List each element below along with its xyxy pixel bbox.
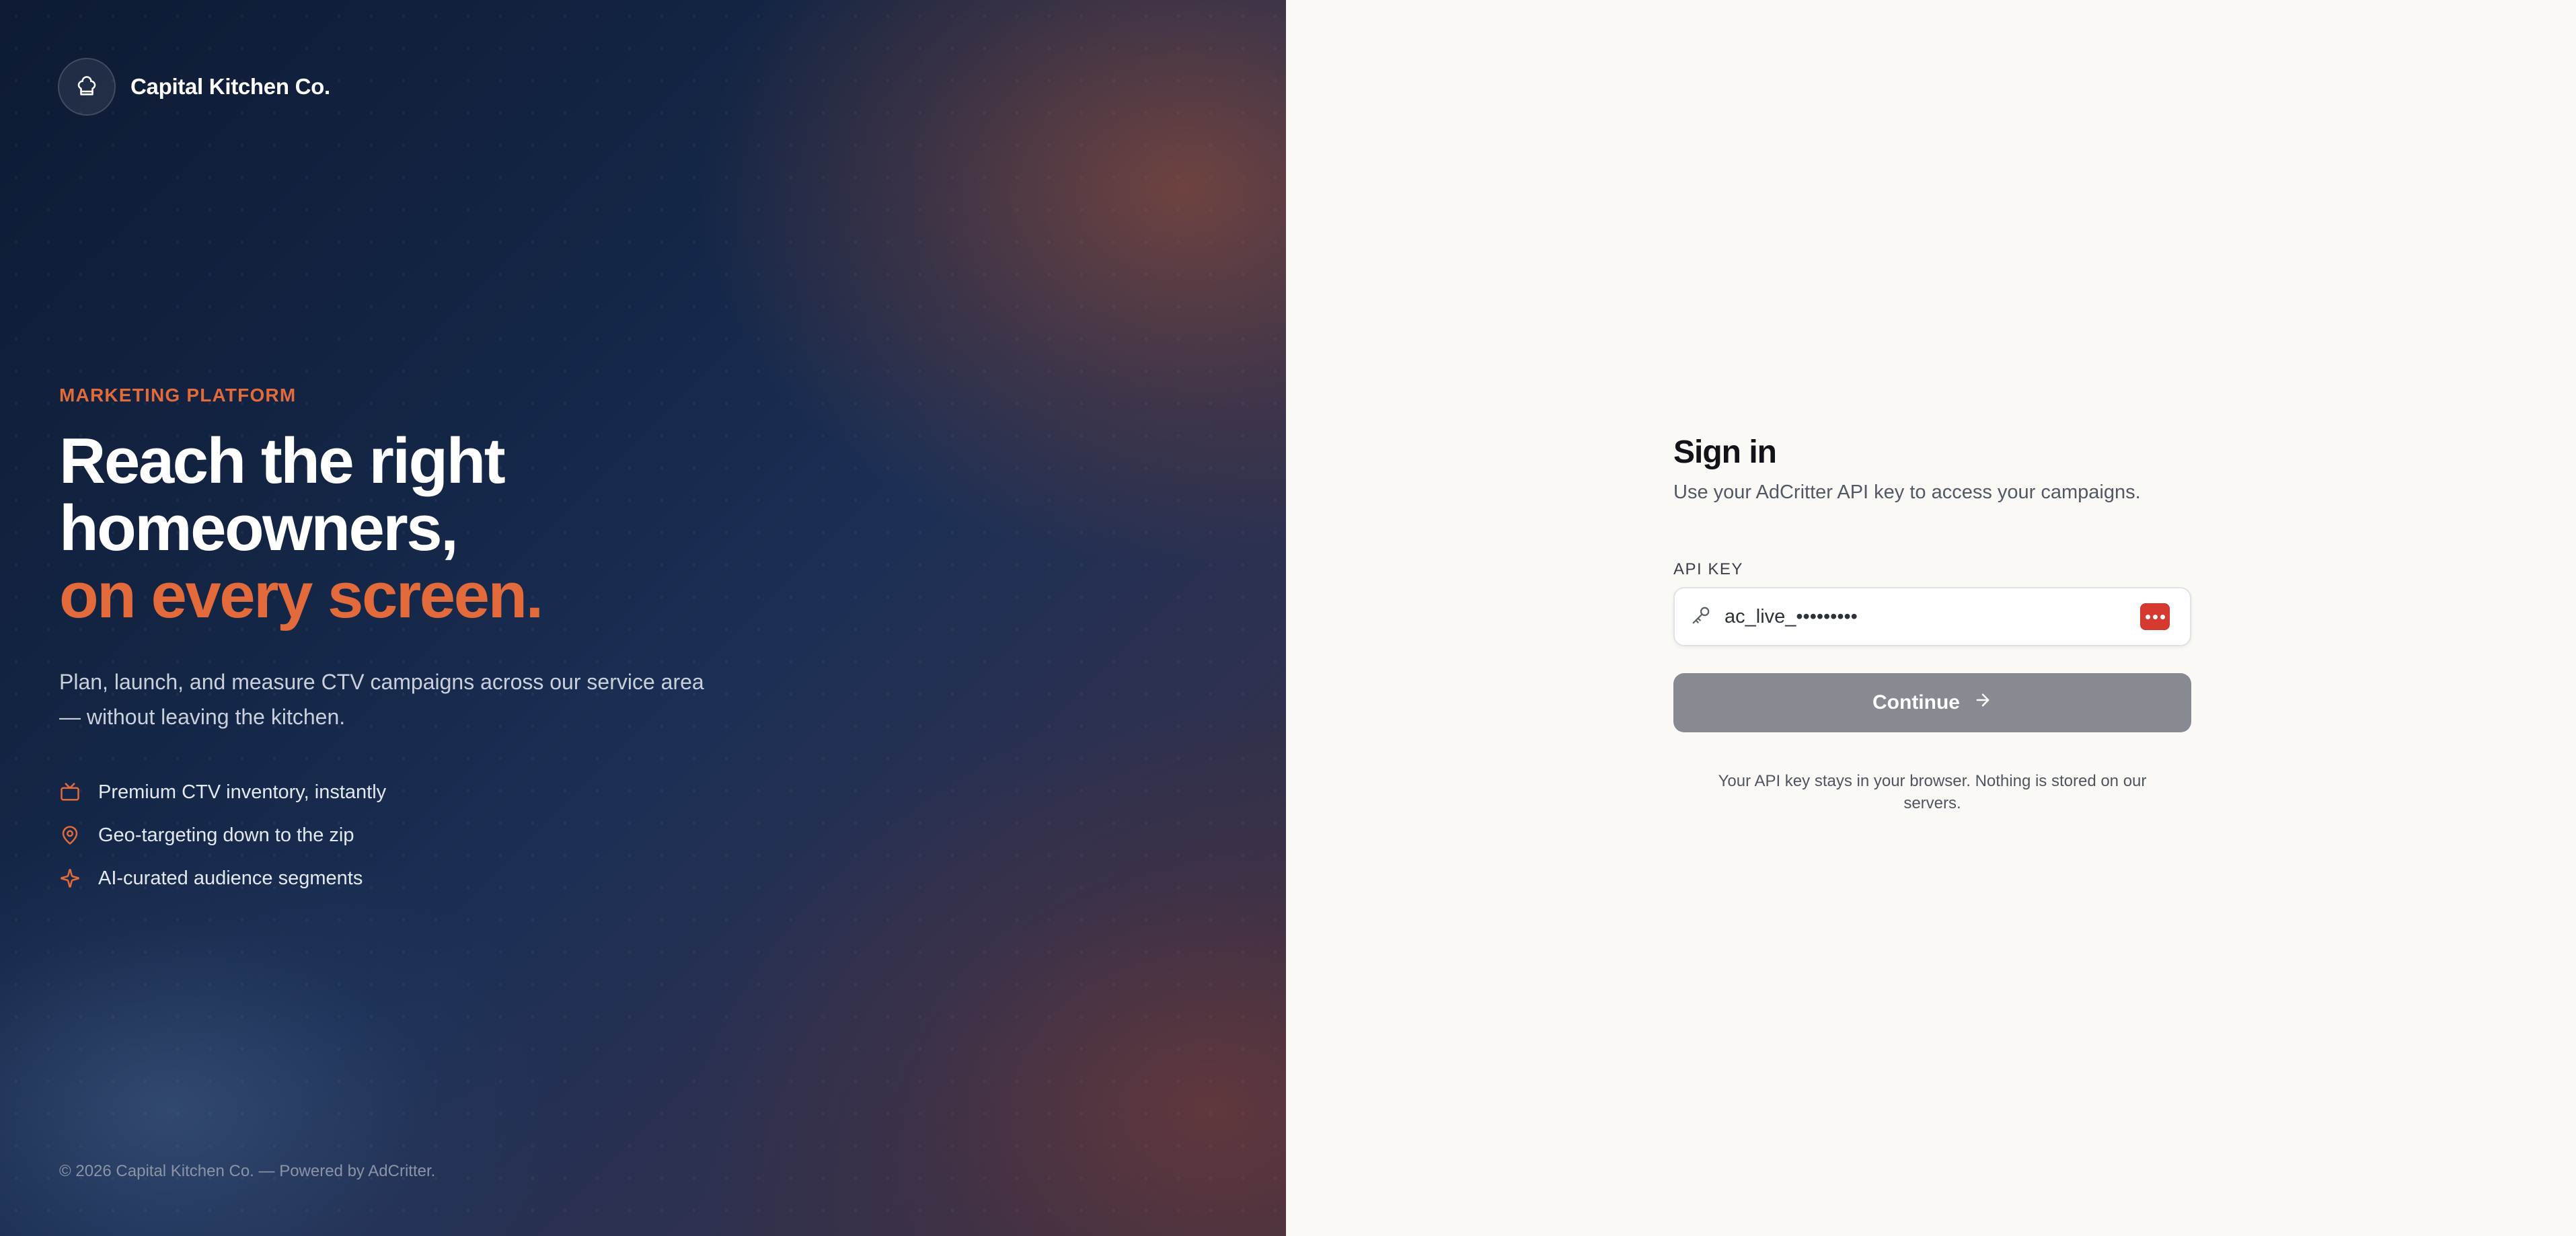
continue-button[interactable]: Continue — [1673, 673, 2191, 732]
app-root: Capital Kitchen Co. MARKETING PLATFORM R… — [0, 0, 2576, 1236]
key-icon — [1691, 605, 1711, 629]
headline-accent: on every screen. — [59, 559, 543, 631]
brand-name: Capital Kitchen Co. — [130, 74, 330, 99]
signin-panel: Sign in Use your AdCritter API key to ac… — [1286, 0, 2576, 1236]
privacy-note: Your API key stays in your browser. Noth… — [1718, 772, 2147, 812]
chef-hat-icon — [58, 58, 116, 116]
eyebrow: MARKETING PLATFORM — [59, 385, 297, 405]
signin-title: Sign in — [1673, 434, 1777, 470]
hero-lede: Plan, launch, and measure CTV campaigns … — [59, 670, 704, 729]
arrow-right-icon — [1973, 691, 1992, 715]
continue-label: Continue — [1872, 691, 1960, 713]
password-manager-icon[interactable] — [2140, 603, 2170, 630]
feature-label: AI-curated audience segments — [98, 867, 363, 889]
headline-line-1: Reach the right — [59, 425, 506, 497]
feature-item: Premium CTV inventory, instantly — [59, 771, 799, 814]
hero-panel: Capital Kitchen Co. MARKETING PLATFORM R… — [0, 0, 1286, 1236]
feature-label: Premium CTV inventory, instantly — [98, 781, 387, 803]
api-key-label: API KEY — [1673, 560, 1743, 578]
sparkles-icon — [59, 867, 81, 889]
feature-label: Geo-targeting down to the zip — [98, 824, 354, 846]
api-key-input[interactable] — [1723, 590, 2128, 644]
tv-icon — [59, 781, 81, 803]
headline: Reach the right homeowners, on every scr… — [59, 428, 799, 629]
hero-content: MARKETING PLATFORM Reach the right homeo… — [59, 385, 799, 900]
signin-form: Sign in Use your AdCritter API key to ac… — [1673, 430, 2191, 814]
feature-list: Premium CTV inventory, instantly Geo-tar… — [59, 771, 799, 900]
feature-item: AI-curated audience segments — [59, 857, 799, 900]
feature-item: Geo-targeting down to the zip — [59, 814, 799, 857]
map-pin-icon — [59, 824, 81, 846]
headline-line-2: homeowners, — [59, 492, 459, 564]
api-key-field[interactable] — [1673, 587, 2191, 646]
brand: Capital Kitchen Co. — [58, 58, 330, 116]
copyright: © 2026 Capital Kitchen Co. — Powered by … — [59, 1162, 436, 1180]
signin-subtitle: Use your AdCritter API key to access you… — [1673, 481, 2141, 503]
